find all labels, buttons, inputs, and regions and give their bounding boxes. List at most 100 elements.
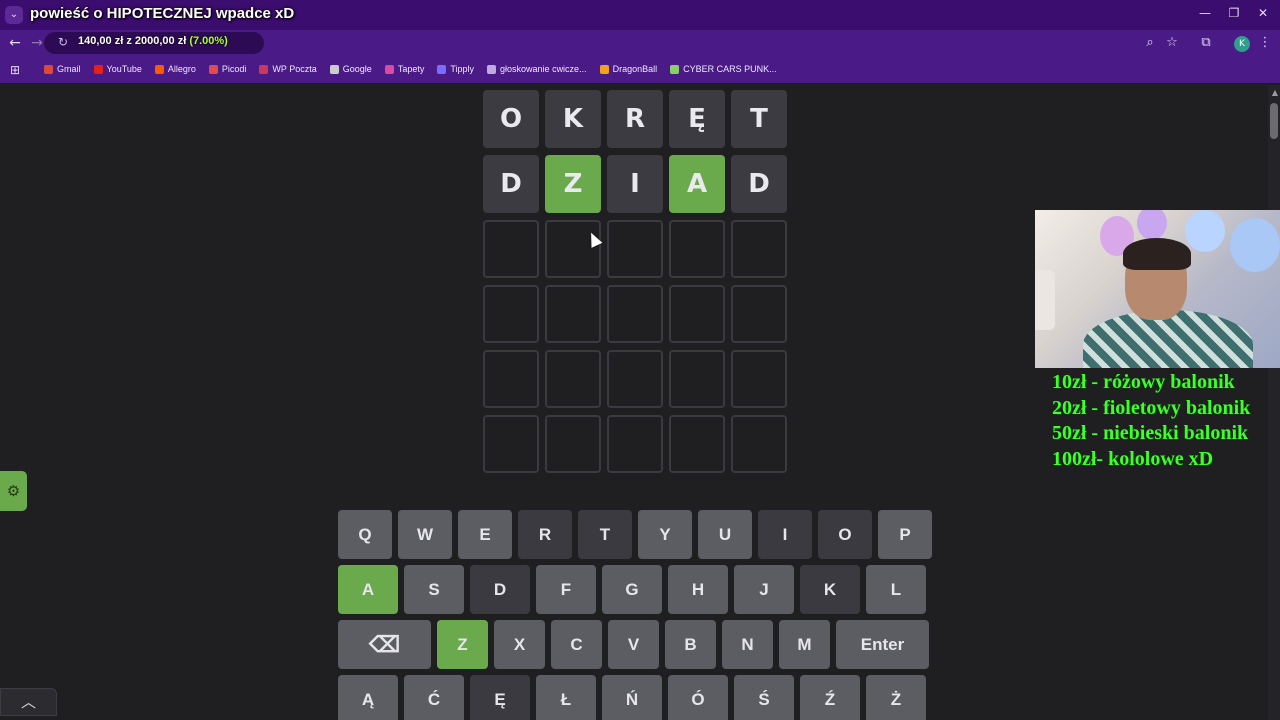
key-j[interactable]: J bbox=[734, 565, 794, 614]
donation-tier-line: 50zł - niebieski balonik bbox=[1052, 422, 1249, 444]
board-tile: I bbox=[607, 155, 663, 213]
bookmark-favicon-icon bbox=[670, 64, 680, 74]
close-icon[interactable]: ✕ bbox=[1253, 6, 1273, 20]
key-ż[interactable]: Ż bbox=[866, 675, 926, 720]
bookmark-item[interactable]: WP Poczta bbox=[259, 64, 317, 74]
key-e[interactable]: E bbox=[458, 510, 512, 559]
board-tile bbox=[607, 350, 663, 408]
enter-key[interactable]: Enter bbox=[836, 620, 929, 669]
bookmark-item[interactable]: Allegro bbox=[154, 64, 196, 74]
bookmark-item[interactable]: CYBER CARS PUNK... bbox=[670, 64, 777, 74]
donation-tier-line: 100zł- kololowe xD bbox=[1052, 447, 1214, 470]
bookmark-item[interactable]: YouTube bbox=[93, 64, 142, 74]
board-row bbox=[483, 220, 788, 278]
bookmark-item[interactable]: Picodi bbox=[208, 64, 246, 74]
bookmark-favicon-icon bbox=[599, 64, 609, 74]
maximize-icon[interactable]: ❐ bbox=[1224, 6, 1244, 20]
bookmark-label: Tapety bbox=[397, 64, 425, 74]
minimize-icon[interactable]: — bbox=[1195, 6, 1215, 20]
board-row bbox=[483, 415, 788, 473]
key-ł[interactable]: Ł bbox=[536, 675, 596, 720]
key-ś[interactable]: Ś bbox=[734, 675, 794, 720]
key-l[interactable]: L bbox=[866, 565, 926, 614]
key-s[interactable]: S bbox=[404, 565, 464, 614]
bookmark-favicon-icon bbox=[208, 64, 218, 74]
keyboard-row: ĄĆĘŁŃÓŚŹŻ bbox=[338, 675, 932, 720]
bookmark-item[interactable]: Tapety bbox=[384, 64, 425, 74]
key-a[interactable]: A bbox=[338, 565, 398, 614]
board-tile bbox=[607, 220, 663, 278]
key-ń[interactable]: Ń bbox=[602, 675, 662, 720]
bookmark-item[interactable]: DragonBall bbox=[599, 64, 657, 74]
key-m[interactable]: M bbox=[779, 620, 830, 669]
key-f[interactable]: F bbox=[536, 565, 596, 614]
key-r[interactable]: R bbox=[518, 510, 572, 559]
bookmark-list: Gmail YouTube Allegro Picodi WP Poczta Google… bbox=[44, 64, 790, 74]
key-ź[interactable]: Ź bbox=[800, 675, 860, 720]
donation-goal-overlay: 140,00 zł z 2000,00 zł (7.00%) bbox=[78, 35, 228, 47]
key-x[interactable]: X bbox=[494, 620, 545, 669]
on-screen-keyboard: Q W E R T Y U I O P A S D F G H J K L ⌫ Z X C V B N M Enter Ą Ć Ę Ł Ń Ó Ś Ź… bbox=[338, 510, 932, 720]
key-t[interactable]: T bbox=[578, 510, 632, 559]
bookmark-favicon-icon bbox=[437, 64, 447, 74]
donation-goal-percent: (7.00%) bbox=[189, 35, 228, 47]
key-u[interactable]: U bbox=[698, 510, 752, 559]
bookmark-favicon-icon bbox=[93, 64, 103, 74]
apps-grid-icon[interactable]: ⊞ bbox=[10, 63, 20, 77]
profile-avatar[interactable]: K bbox=[1234, 36, 1250, 52]
reload-icon[interactable]: ↻ bbox=[58, 35, 68, 49]
chevron-up-icon[interactable]: ︿ bbox=[0, 688, 57, 716]
board-tile: A bbox=[669, 155, 725, 213]
key-ó[interactable]: Ó bbox=[668, 675, 728, 720]
zoom-icon[interactable]: ⌕ bbox=[1141, 35, 1159, 50]
donation-goal-amount: 140,00 zł z 2000,00 zł bbox=[78, 35, 187, 47]
donation-tier-line: 10zł - różowy balonik bbox=[1052, 371, 1235, 393]
key-i[interactable]: I bbox=[758, 510, 812, 559]
settings-gear-icon[interactable]: ⚙ bbox=[0, 471, 27, 511]
menu-kebab-icon[interactable]: ⋮ bbox=[1256, 35, 1274, 50]
board-tile: D bbox=[483, 155, 539, 213]
key-ć[interactable]: Ć bbox=[404, 675, 464, 720]
scrollbar-thumb[interactable] bbox=[1270, 103, 1278, 139]
backspace-icon: ⌫ bbox=[368, 631, 401, 657]
keyboard-row: QWERTYUIOP bbox=[338, 510, 932, 559]
page-scrollbar[interactable]: ▲ bbox=[1268, 85, 1280, 720]
tab-search-icon[interactable]: ⌄ bbox=[5, 6, 23, 24]
backspace-key[interactable]: ⌫ bbox=[338, 620, 431, 669]
board-row: DZIAD bbox=[483, 155, 788, 213]
board-tile: T bbox=[731, 90, 787, 148]
extensions-icon[interactable]: ⧉ bbox=[1197, 35, 1215, 50]
key-q[interactable]: Q bbox=[338, 510, 392, 559]
key-p[interactable]: P bbox=[878, 510, 932, 559]
key-z[interactable]: Z bbox=[437, 620, 488, 669]
key-v[interactable]: V bbox=[608, 620, 659, 669]
key-ą[interactable]: Ą bbox=[338, 675, 398, 720]
board-tile bbox=[483, 415, 539, 473]
bookmark-item[interactable]: głoskowanie cwicze... bbox=[487, 64, 587, 74]
key-d[interactable]: D bbox=[470, 565, 530, 614]
key-n[interactable]: N bbox=[722, 620, 773, 669]
key-g[interactable]: G bbox=[602, 565, 662, 614]
key-w[interactable]: W bbox=[398, 510, 452, 559]
bookmark-label: WP Poczta bbox=[272, 64, 317, 74]
bookmark-item[interactable]: Gmail bbox=[44, 64, 81, 74]
board-tile bbox=[731, 285, 787, 343]
key-y[interactable]: Y bbox=[638, 510, 692, 559]
bookmark-star-icon[interactable]: ☆ bbox=[1163, 35, 1181, 50]
bookmark-label: YouTube bbox=[106, 64, 142, 74]
bookmark-item[interactable]: Google bbox=[329, 64, 372, 74]
back-icon[interactable]: ← bbox=[6, 35, 24, 51]
board-row bbox=[483, 285, 788, 343]
address-bar[interactable]: ↻ 140,00 zł z 2000,00 zł (7.00%) bbox=[44, 32, 264, 54]
board-tile bbox=[731, 415, 787, 473]
scroll-up-icon[interactable]: ▲ bbox=[1272, 88, 1278, 97]
key-k[interactable]: K bbox=[800, 565, 860, 614]
key-h[interactable]: H bbox=[668, 565, 728, 614]
key-o[interactable]: O bbox=[818, 510, 872, 559]
bookmark-label: Google bbox=[342, 64, 372, 74]
bookmark-item[interactable]: Tipply bbox=[437, 64, 474, 74]
key-c[interactable]: C bbox=[551, 620, 602, 669]
key-ę[interactable]: Ę bbox=[470, 675, 530, 720]
board-tile bbox=[545, 220, 601, 278]
key-b[interactable]: B bbox=[665, 620, 716, 669]
